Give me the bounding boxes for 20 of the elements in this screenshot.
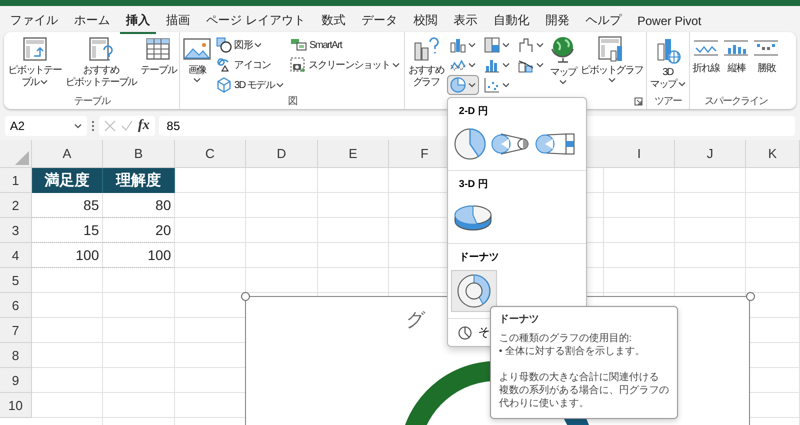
table-cell: 100 — [103, 243, 175, 268]
tooltip-text: より母数の大きな合計に関連付ける 複数の系列がある場合に、円グラフの 代わりに使います。 — [498, 371, 669, 410]
tooltip-text: この種類のグラフの使用目的: — [498, 332, 633, 345]
section-title: 3-D 円 — [458, 178, 489, 192]
tooltip-title: ドーナツ — [498, 313, 540, 326]
section-title: ドーナツ — [458, 251, 500, 265]
table-cell: 20 — [103, 218, 175, 243]
chart-title: グ — [406, 309, 425, 333]
group-label: 図 — [288, 95, 297, 109]
table-cell: 85 — [32, 193, 103, 218]
tooltip-text: • 全体に対する割合を示します。 — [498, 345, 646, 358]
table-cell: 15 — [32, 218, 103, 243]
section-title: 2-D 円 — [458, 105, 489, 119]
table-cell: 80 — [103, 193, 175, 218]
table-cell: 100 — [32, 243, 103, 268]
header-cell: 理解度 — [103, 168, 175, 193]
group-label: テーブル — [74, 95, 110, 109]
header-cell: 満足度 — [32, 168, 103, 193]
group-label: ツアー — [654, 95, 682, 109]
group-label: スパークライン — [704, 95, 768, 109]
